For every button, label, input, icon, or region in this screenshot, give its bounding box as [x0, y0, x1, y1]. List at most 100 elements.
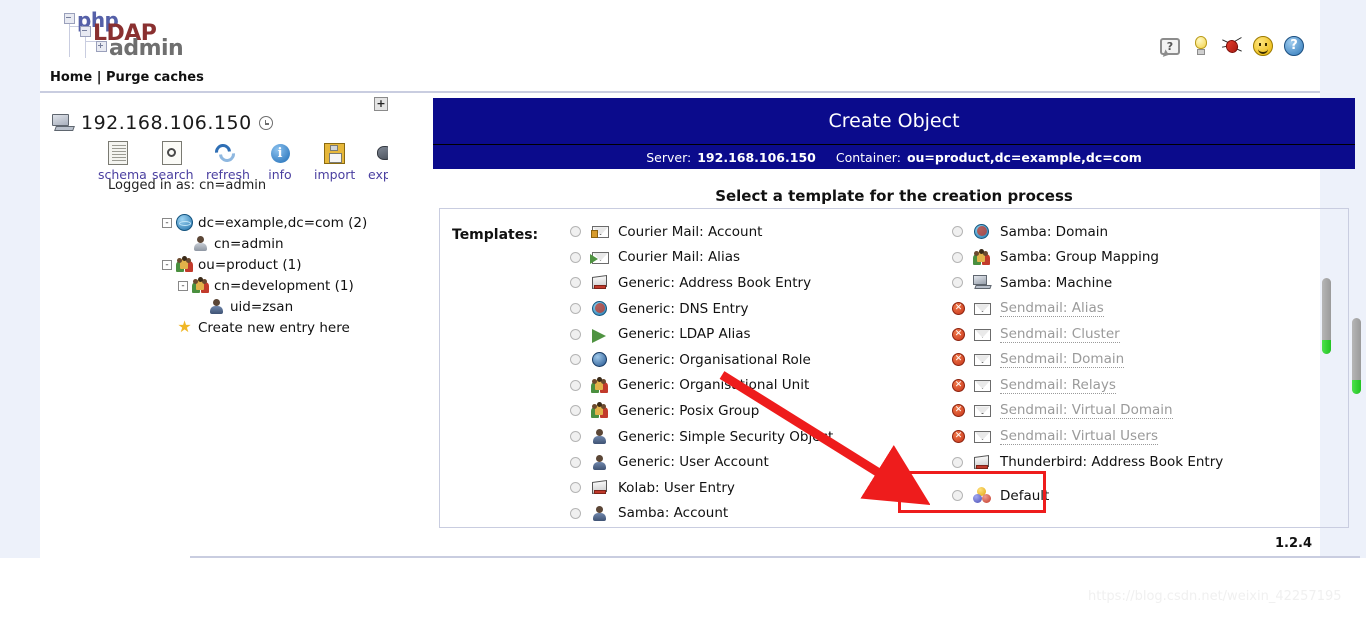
template-option-posix-group[interactable]: Generic: Posix Group — [570, 398, 920, 424]
radio-button[interactable] — [952, 457, 963, 468]
ldap-tree: - dc=example,dc=com (2) cn=admin - ou=pr… — [162, 212, 367, 338]
template-option-samba-account[interactable]: Samba: Account — [570, 501, 920, 527]
template-option-user-account[interactable]: Generic: User Account — [570, 449, 920, 475]
template-label: Generic: Posix Group — [618, 403, 759, 419]
templates-column-left: Courier Mail: Account Courier Mail: Alia… — [570, 219, 920, 526]
server-name[interactable]: 192.168.106.150 — [81, 112, 252, 134]
template-label: Thunderbird: Address Book Entry — [1000, 454, 1223, 470]
breadcrumb-separator: | — [97, 70, 102, 85]
radio-button[interactable] — [570, 303, 581, 314]
header-icon-bar: ? ? — [1160, 36, 1304, 56]
sidebar-tool-search[interactable]: search — [152, 140, 192, 182]
template-option-sendmail-cluster: ✕ Sendmail: Cluster — [952, 321, 1332, 347]
sidebar-tool-schema[interactable]: schema — [98, 140, 138, 182]
user-icon — [591, 428, 610, 445]
lightbulb-icon[interactable] — [1191, 36, 1211, 56]
envelope-icon — [973, 428, 992, 445]
tree-node-cn-admin[interactable]: cn=admin — [178, 233, 367, 254]
template-option-courier-mail-account[interactable]: Courier Mail: Account — [570, 219, 920, 245]
tree-node-dc-example[interactable]: - dc=example,dc=com (2) — [162, 212, 367, 233]
help-bubble-icon[interactable]: ? — [1160, 38, 1180, 55]
radio-button[interactable] — [952, 226, 963, 237]
template-option-simple-security-object[interactable]: Generic: Simple Security Object — [570, 424, 920, 450]
sidebar-scrollbar[interactable] — [388, 94, 402, 540]
breadcrumb-purge-caches-link[interactable]: Purge caches — [106, 70, 204, 85]
tree-node-create-new-entry[interactable]: ★ Create new entry here — [162, 317, 367, 338]
sidebar-tool-refresh[interactable]: refresh — [206, 140, 246, 182]
template-option-samba-domain[interactable]: Samba: Domain — [952, 219, 1332, 245]
template-label: Generic: Address Book Entry — [618, 275, 811, 291]
radio-button[interactable] — [570, 457, 581, 468]
footer-divider — [190, 556, 1360, 558]
user-icon — [591, 505, 610, 522]
logo-box-plus-icon — [96, 41, 107, 52]
bug-icon[interactable] — [1222, 36, 1242, 56]
envelope-icon — [973, 300, 992, 317]
tree-toggle-icon[interactable]: - — [162, 260, 172, 270]
breadcrumb: Home | Purge caches — [40, 70, 1320, 92]
container-key-label: Container: — [836, 150, 901, 165]
tree-node-label: Create new entry here — [198, 320, 350, 336]
sidebar-expander-button[interactable]: + — [374, 97, 388, 111]
server-computer-icon — [52, 114, 74, 132]
radio-button[interactable] — [570, 277, 581, 288]
template-option-samba-machine[interactable]: Samba: Machine — [952, 270, 1332, 296]
radio-button[interactable] — [570, 405, 581, 416]
template-option-samba-group-mapping[interactable]: Samba: Group Mapping — [952, 245, 1332, 271]
group-icon — [176, 256, 193, 273]
tree-node-ou-product[interactable]: - ou=product (1) — [162, 254, 367, 275]
radio-button[interactable] — [570, 226, 581, 237]
disabled-x-icon: ✕ — [952, 379, 965, 392]
template-option-kolab-user-entry[interactable]: Kolab: User Entry — [570, 475, 920, 501]
user-icon — [208, 298, 225, 315]
question-circle-icon[interactable]: ? — [1284, 36, 1304, 56]
radio-button[interactable] — [570, 508, 581, 519]
radio-button[interactable] — [952, 277, 963, 288]
radio-button[interactable] — [570, 482, 581, 493]
breadcrumb-home-link[interactable]: Home — [50, 70, 92, 85]
template-label: Sendmail: Relays — [1000, 377, 1116, 394]
tree-node-uid-zsan[interactable]: uid=zsan — [194, 296, 367, 317]
server-header: 192.168.106.150 — [52, 112, 273, 134]
radio-button[interactable] — [570, 431, 581, 442]
template-label: Sendmail: Virtual Domain — [1000, 402, 1173, 419]
radio-button[interactable] — [570, 329, 581, 340]
template-label: Courier Mail: Account — [618, 224, 762, 240]
tree-node-label: cn=development (1) — [214, 278, 354, 294]
radio-button[interactable] — [952, 252, 963, 263]
scrollbar-thumb-inner[interactable] — [1322, 278, 1331, 354]
info-icon: i — [260, 140, 300, 166]
templates-column-right: Samba: Domain Samba: Group Mapping Samba… — [952, 219, 1332, 509]
template-option-organisational-unit[interactable]: Generic: Organisational Unit — [570, 373, 920, 399]
disabled-x-icon: ✕ — [952, 353, 965, 366]
page-title: Create Object — [433, 98, 1355, 144]
template-option-ldap-alias[interactable]: Generic: LDAP Alias — [570, 321, 920, 347]
tree-toggle-icon[interactable]: - — [162, 218, 172, 228]
tree-node-cn-development[interactable]: - cn=development (1) — [178, 275, 367, 296]
scrollbar-thumb-outer[interactable] — [1352, 318, 1361, 394]
sidebar-tool-import[interactable]: import — [314, 140, 354, 182]
radio-button[interactable] — [570, 252, 581, 263]
template-option-courier-mail-alias[interactable]: Courier Mail: Alias — [570, 245, 920, 271]
template-option-organisational-role[interactable]: Generic: Organisational Role — [570, 347, 920, 373]
export-icon — [368, 140, 388, 166]
template-option-sendmail-relays: ✕ Sendmail: Relays — [952, 373, 1332, 399]
sidebar-tool-export[interactable]: export — [368, 140, 388, 182]
template-label: Samba: Machine — [1000, 275, 1112, 291]
tree-toggle-icon[interactable]: - — [178, 281, 188, 291]
smiley-icon[interactable] — [1253, 36, 1273, 56]
template-option-sendmail-virtual-users: ✕ Sendmail: Virtual Users — [952, 424, 1332, 450]
template-option-address-book-entry[interactable]: Generic: Address Book Entry — [570, 270, 920, 296]
template-label: Samba: Account — [618, 505, 728, 521]
left-gutter — [0, 0, 40, 558]
radio-button[interactable] — [570, 380, 581, 391]
refresh-icon — [206, 140, 246, 166]
template-label: Generic: Simple Security Object — [618, 429, 833, 445]
radio-button[interactable] — [570, 354, 581, 365]
sidebar-tool-info[interactable]: i info — [260, 140, 300, 182]
template-option-dns-entry[interactable]: Generic: DNS Entry — [570, 296, 920, 322]
template-label: Sendmail: Virtual Users — [1000, 428, 1158, 445]
tree-leaf-marker — [162, 323, 172, 333]
group-icon — [973, 249, 992, 266]
user-icon — [591, 454, 610, 471]
